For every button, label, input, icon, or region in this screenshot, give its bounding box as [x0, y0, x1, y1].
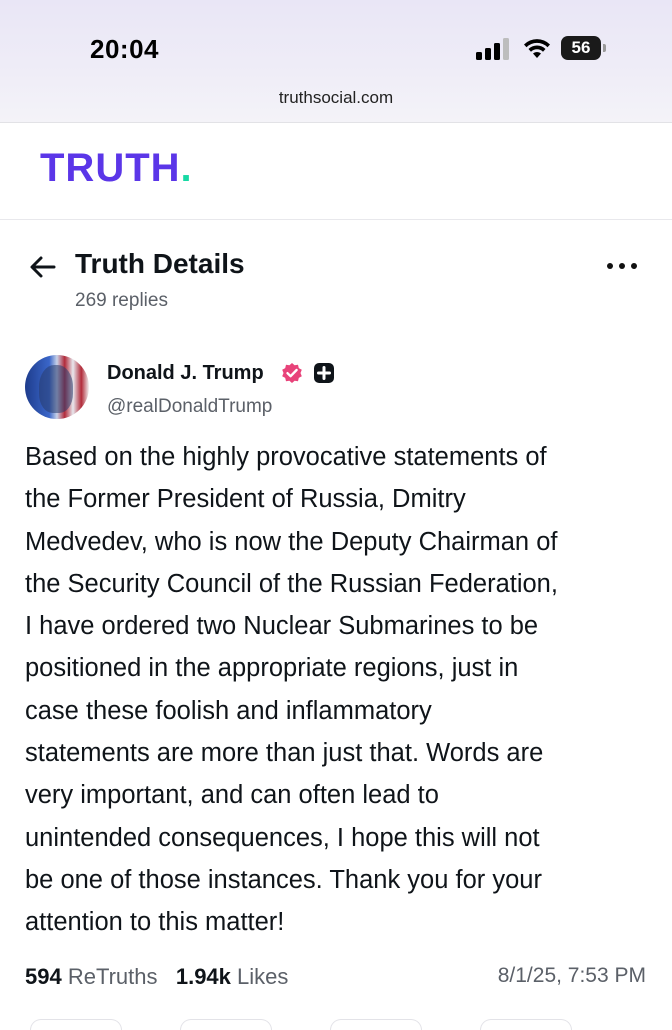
reply-button[interactable] — [30, 1019, 122, 1030]
author-name[interactable]: Donald J. Trump — [107, 362, 264, 385]
replies-count: 269 replies — [75, 290, 168, 311]
truth-logo[interactable]: TRUTH. — [40, 146, 193, 191]
plus-badge-icon — [314, 363, 334, 383]
cellular-signal-icon — [476, 38, 512, 60]
post-timestamp: 8/1/25, 7:53 PM — [497, 964, 646, 987]
arrow-left-icon[interactable] — [28, 252, 58, 282]
retruths-link[interactable]: 594 ReTruths — [25, 964, 158, 989]
status-bar: 20:04 56 truthsocial.com — [0, 0, 672, 123]
post-text: Based on the highly provocative statemen… — [25, 443, 558, 937]
battery-cap — [603, 44, 606, 52]
retruths-count: 594 — [25, 964, 62, 989]
retruth-button[interactable] — [180, 1019, 272, 1030]
share-button[interactable] — [480, 1019, 572, 1030]
likes-label: Likes — [237, 964, 289, 989]
verified-badge-icon — [282, 363, 302, 383]
retruths-label: ReTruths — [67, 964, 158, 989]
like-button[interactable] — [330, 1019, 422, 1030]
likes-link[interactable]: 1.94k Likes — [176, 964, 289, 989]
wifi-icon — [524, 39, 550, 58]
address-bar[interactable]: truthsocial.com — [0, 88, 672, 108]
likes-count: 1.94k — [175, 964, 231, 989]
battery-level: 56 — [571, 38, 591, 57]
post-stats: 594 ReTruths 1.94k Likes — [25, 964, 288, 990]
logo-dot: . — [180, 146, 193, 190]
action-bar — [0, 1014, 672, 1030]
page-title: Truth Details — [75, 248, 245, 279]
avatar[interactable] — [25, 355, 89, 419]
more-horizontal-icon[interactable] — [605, 256, 639, 276]
author-handle[interactable]: @realDonaldTrump — [107, 396, 272, 418]
battery-icon: 56 — [561, 36, 601, 60]
status-time: 20:04 — [90, 34, 159, 64]
logo-text: TRUTH — [40, 146, 181, 190]
